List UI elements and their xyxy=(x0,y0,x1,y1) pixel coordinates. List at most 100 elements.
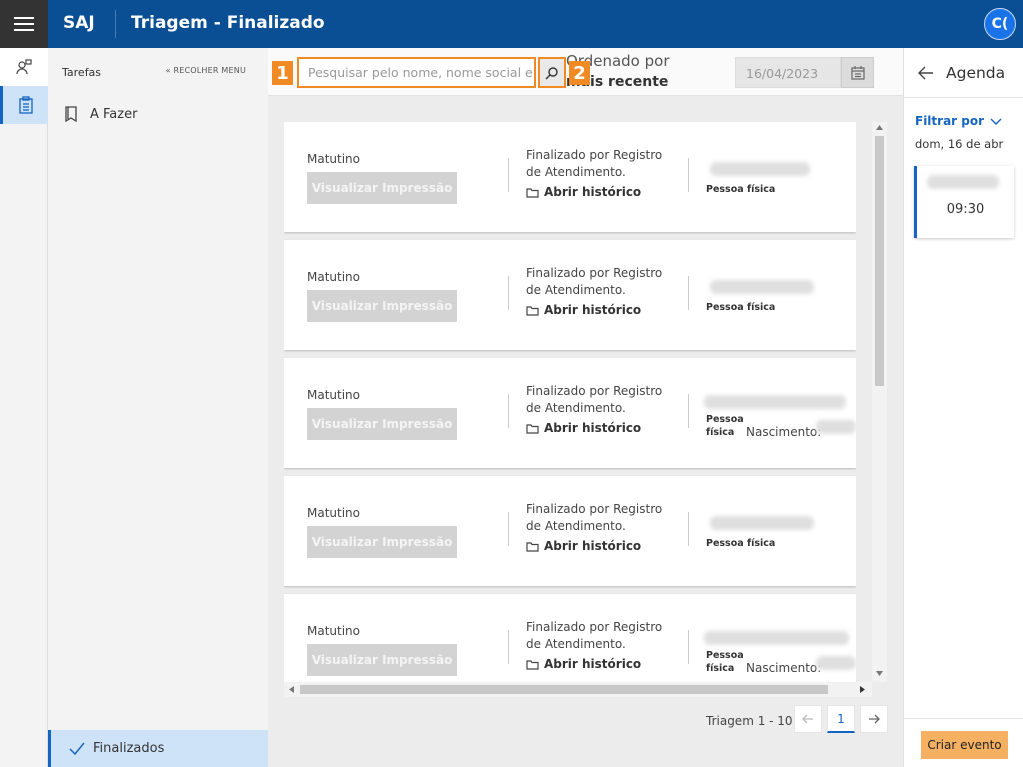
redacted-name xyxy=(710,516,814,530)
agenda-date: dom, 16 de abr xyxy=(915,137,1004,151)
scroll-left-icon xyxy=(289,686,294,693)
sidebar-item-label: A Fazer xyxy=(90,106,138,122)
collapse-menu-button[interactable]: « RECOLHER MENU xyxy=(166,66,246,75)
date-field[interactable]: 16/04/2023 xyxy=(735,57,841,88)
next-page-button[interactable] xyxy=(860,705,888,733)
card-divider xyxy=(688,630,689,664)
vertical-scrollbar[interactable] xyxy=(872,122,887,682)
calendar-button[interactable] xyxy=(841,57,874,88)
person-list-icon xyxy=(16,59,32,75)
open-history-link[interactable]: Abrir histórico xyxy=(526,185,641,199)
folder-icon xyxy=(526,187,539,198)
user-avatar[interactable]: C( xyxy=(984,8,1016,40)
prev-page-button[interactable] xyxy=(794,705,822,733)
status-text: Finalizado por Registro de Atendimento. xyxy=(526,266,663,297)
folder-icon xyxy=(526,659,539,670)
triage-card[interactable]: Matutino Visualizar Impressão Finalizado… xyxy=(284,122,856,232)
card-divider xyxy=(688,394,689,428)
redacted-name xyxy=(710,162,810,176)
status-text: Finalizado por Registro de Atendimento. xyxy=(526,148,663,179)
shift-label: Matutino xyxy=(307,152,361,166)
status-text: Finalizado por Registro de Atendimento. xyxy=(526,384,663,415)
shift-label: Matutino xyxy=(307,270,361,284)
redacted-name xyxy=(704,395,846,409)
callout-1: 1 xyxy=(272,61,293,85)
agenda-event[interactable]: 09:30 xyxy=(914,166,1014,238)
redacted-event-title xyxy=(927,175,999,189)
view-print-button[interactable]: Visualizar Impressão xyxy=(307,290,457,322)
shift-label: Matutino xyxy=(307,506,361,520)
card-divider xyxy=(688,512,689,546)
sidebar-item-done[interactable]: Finalizados xyxy=(48,730,268,767)
view-print-button[interactable]: Visualizar Impressão xyxy=(307,644,457,676)
sidebar-header: Tarefas xyxy=(62,66,102,79)
view-print-button[interactable]: Visualizar Impressão xyxy=(307,408,457,440)
scroll-thumb[interactable] xyxy=(300,685,828,694)
task-sidebar: Tarefas « RECOLHER MENU A Fazer Finaliza… xyxy=(48,48,268,767)
event-time: 09:30 xyxy=(946,202,985,217)
hamburger-menu-button[interactable] xyxy=(0,0,48,48)
open-history-link[interactable]: Abrir histórico xyxy=(526,421,641,435)
list-toolbar: 1 Pesquisar pelo nome, nome social e Ord… xyxy=(268,48,903,96)
card-divider xyxy=(688,158,689,192)
agenda-title: Agenda xyxy=(946,64,1006,82)
open-history-link[interactable]: Abrir histórico xyxy=(526,657,641,671)
search-input[interactable]: Pesquisar pelo nome, nome social e xyxy=(297,57,536,88)
rail-button-people[interactable] xyxy=(0,48,48,86)
shift-label: Matutino xyxy=(307,624,361,638)
shift-label: Matutino xyxy=(307,388,361,402)
person-type: Pessoa física xyxy=(706,538,776,549)
status-text: Finalizado por Registro de Atendimento. xyxy=(526,620,663,651)
back-arrow-icon[interactable] xyxy=(918,66,934,80)
divider xyxy=(904,97,1023,98)
triage-card[interactable]: Matutino Visualizar Impressão Finalizado… xyxy=(284,358,856,468)
scroll-down-icon xyxy=(876,671,883,676)
card-divider xyxy=(508,158,509,192)
redacted-name xyxy=(710,280,814,294)
triage-card[interactable]: Matutino Visualizar Impressão Finalizado… xyxy=(284,594,856,682)
card-divider xyxy=(688,276,689,310)
check-icon xyxy=(69,742,85,755)
status-text: Finalizado por Registro de Atendimento. xyxy=(526,502,663,533)
scroll-up-icon xyxy=(876,125,883,130)
callout-2: 2 xyxy=(569,61,590,85)
search-button[interactable] xyxy=(538,57,566,88)
create-event-button[interactable]: Criar evento xyxy=(921,731,1008,759)
view-print-button[interactable]: Visualizar Impressão xyxy=(307,172,457,204)
triage-list: Matutino Visualizar Impressão Finalizado… xyxy=(268,96,903,767)
open-history-link[interactable]: Abrir histórico xyxy=(526,303,641,317)
pagination-label: Triagem 1 - 10 xyxy=(706,714,793,728)
page-1-button[interactable]: 1 xyxy=(827,705,855,733)
sidebar-item-todo[interactable]: A Fazer xyxy=(64,106,137,122)
redacted-name xyxy=(704,631,849,645)
card-divider xyxy=(508,276,509,310)
redacted-birthdate xyxy=(816,656,856,670)
agenda-panel: Agenda Filtrar por dom, 16 de abr 09:30 … xyxy=(903,48,1023,767)
open-history-link[interactable]: Abrir histórico xyxy=(526,539,641,553)
horizontal-scrollbar[interactable] xyxy=(284,682,872,697)
triage-card[interactable]: Matutino Visualizar Impressão Finalizado… xyxy=(284,240,856,350)
page-title: Triagem - Finalizado xyxy=(131,13,325,33)
card-list: Matutino Visualizar Impressão Finalizado… xyxy=(284,122,856,682)
folder-icon xyxy=(526,541,539,552)
rail-button-clipboard[interactable] xyxy=(0,86,48,124)
bookmark-icon xyxy=(65,106,77,122)
card-divider xyxy=(508,512,509,546)
calendar-icon xyxy=(850,65,865,80)
view-print-button[interactable]: Visualizar Impressão xyxy=(307,526,457,558)
folder-icon xyxy=(526,423,539,434)
person-type: Pessoa física xyxy=(706,414,744,438)
filter-dropdown[interactable]: Filtrar por xyxy=(915,114,1002,128)
triage-card[interactable]: Matutino Visualizar Impressão Finalizado… xyxy=(284,476,856,586)
redacted-birthdate xyxy=(816,420,856,434)
sidebar-item-label: Finalizados xyxy=(93,741,165,756)
birth-label: Nascimento: xyxy=(746,661,822,675)
icon-rail xyxy=(0,48,48,767)
scroll-right-icon xyxy=(860,686,865,693)
scroll-thumb[interactable] xyxy=(875,136,884,386)
app-brand: SAJ xyxy=(63,13,95,33)
clipboard-icon xyxy=(18,96,33,114)
title-divider xyxy=(115,10,116,38)
agenda-header: Agenda xyxy=(918,64,1005,82)
arrow-right-icon xyxy=(869,714,880,724)
